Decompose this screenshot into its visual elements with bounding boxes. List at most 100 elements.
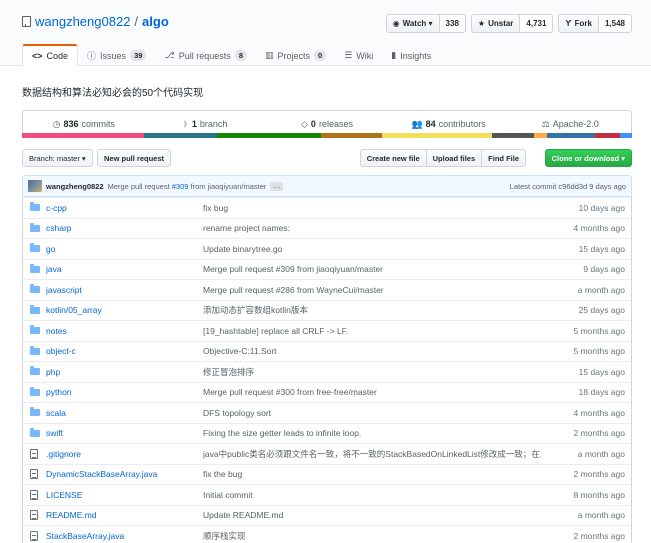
language-segment[interactable]: [22, 133, 144, 138]
new-pull-request-button[interactable]: New pull request: [97, 149, 172, 167]
table-row: go Update binarytree.go 15 days ago: [23, 238, 631, 259]
file-name-link[interactable]: DynamicStackBaseArray.java: [46, 469, 203, 479]
commit-message-link[interactable]: 添加动态扩容数组kotlin版本: [203, 304, 541, 316]
commit-message-link[interactable]: 修正冒泡排序: [203, 366, 541, 378]
language-segment[interactable]: [619, 133, 632, 138]
commit-message-link[interactable]: Objective-C:11.Sort: [203, 346, 541, 356]
tab-pull-requests[interactable]: ⎇ Pull requests 8: [155, 44, 256, 67]
table-row: object-c Objective-C:11.Sort 5 months ago: [23, 340, 631, 362]
file-name-link[interactable]: csharp: [46, 223, 203, 233]
file-icon: [30, 489, 38, 500]
file-name-link[interactable]: javascript: [46, 285, 203, 295]
tab-code[interactable]: <> Code: [22, 44, 79, 67]
commit-author-link[interactable]: wangzheng0822: [46, 182, 104, 191]
commit-age: a month ago: [577, 448, 625, 459]
file-name-link[interactable]: .gitignore: [46, 449, 203, 459]
fork-count[interactable]: 1,548: [598, 14, 632, 33]
create-new-file-button[interactable]: Create new file: [359, 149, 427, 167]
commit-message-link[interactable]: Update README.md: [203, 510, 541, 520]
commit-message-link[interactable]: Initial commit: [203, 490, 541, 500]
clone-download-button[interactable]: Clone or download ▾: [544, 149, 632, 167]
language-segment[interactable]: [546, 133, 596, 138]
commit-message-link[interactable]: Merge pull request #309 from jiaoqiyuan/…: [203, 264, 541, 274]
fork-button[interactable]: Ƴ Fork: [558, 14, 599, 33]
file-name-link[interactable]: LICENSE: [46, 490, 203, 500]
table-row: LICENSE Initial commit 8 months ago: [23, 484, 631, 505]
commit-message-link[interactable]: Update binarytree.go: [203, 244, 541, 254]
folder-icon: [30, 222, 40, 232]
upload-files-button[interactable]: Upload files: [425, 149, 483, 167]
pr-icon: ⎇: [164, 50, 175, 60]
star-count[interactable]: 4,731: [520, 14, 554, 33]
tab-wiki[interactable]: ☰ Wiki: [335, 44, 382, 67]
folder-icon: [30, 243, 40, 253]
file-icon: [30, 469, 38, 480]
commit-message-link[interactable]: [19_hashtable] replace all CRLF -> LF.: [203, 326, 541, 336]
folder-icon: [30, 263, 40, 273]
repo-description: 数据结构和算法必知必会的50个代码实现: [22, 88, 204, 99]
unstar-button[interactable]: ★ Unstar: [470, 14, 521, 33]
file-name-link[interactable]: php: [46, 367, 203, 377]
avatar[interactable]: [28, 180, 42, 192]
code-icon: <>: [32, 51, 43, 61]
commit-message-link[interactable]: fix bug: [203, 203, 541, 213]
file-name-link[interactable]: README.md: [46, 510, 203, 520]
commit-age: 4 months ago: [573, 407, 625, 418]
table-row: notes [19_hashtable] replace all CRLF -> …: [23, 320, 631, 341]
repo-icon: [22, 16, 31, 27]
folder-icon: [30, 407, 40, 417]
watch-count[interactable]: 338: [439, 14, 466, 33]
commit-message-link[interactable]: DFS topology sort: [203, 408, 541, 418]
tab-insights[interactable]: ▮ Insights: [382, 44, 440, 67]
folder-icon: [30, 345, 40, 355]
latest-commit-bar: wangzheng0822 Merge pull request #309 fr…: [22, 175, 632, 197]
commit-message-link[interactable]: Fixing the size getter leads to infinite…: [203, 428, 541, 438]
file-name-link[interactable]: StackBaseArray.java: [46, 531, 203, 541]
language-segment[interactable]: [595, 133, 620, 138]
file-icon: [30, 510, 38, 521]
language-segment[interactable]: [491, 133, 535, 138]
pull-requests-count: 8: [234, 50, 247, 61]
file-name-link[interactable]: python: [46, 387, 203, 397]
language-segment[interactable]: [534, 133, 547, 138]
file-name-link[interactable]: notes: [46, 326, 203, 336]
commit-message-link[interactable]: java中public类名必须跟文件名一致，将不一致的StackBasedOnL…: [203, 448, 541, 460]
watch-button[interactable]: ◉ Watch ▾: [385, 14, 440, 33]
commit-message-link[interactable]: Merge pull request #300 from free-free/m…: [203, 387, 541, 397]
branch-select-button[interactable]: Branch: master ▾: [22, 149, 93, 167]
commit-message-link[interactable]: Merge pull request #286 from WayneCui/ma…: [203, 285, 541, 295]
wiki-icon: ☰: [344, 50, 353, 60]
tab-issues[interactable]: ⓘ Issues 39: [78, 44, 155, 67]
people-icon: 👥: [411, 118, 423, 129]
language-segment[interactable]: [381, 133, 492, 138]
file-name-link[interactable]: kotlin/05_array: [46, 305, 203, 315]
watch-action: ◉ Watch ▾ 338: [385, 14, 466, 33]
file-name-link[interactable]: object-c: [46, 346, 203, 356]
table-row: README.md Update README.md a month ago: [23, 504, 631, 526]
folder-icon: [30, 427, 40, 437]
expand-commit-button[interactable]: …: [270, 181, 284, 191]
eye-icon: ◉: [392, 19, 400, 28]
commit-age: 15 days ago: [578, 366, 625, 377]
latest-commit-info[interactable]: Latest commit c96dd3d 9 days ago: [510, 182, 626, 191]
commit-pr-link[interactable]: #309: [172, 182, 189, 191]
language-segment[interactable]: [217, 133, 321, 138]
commit-message-link[interactable]: fix the bug: [203, 469, 541, 479]
tab-projects[interactable]: ▥ Projects 0: [256, 44, 335, 67]
repo-name-link[interactable]: algo: [142, 14, 169, 29]
find-file-button[interactable]: Find File: [481, 149, 526, 167]
file-name-link[interactable]: scala: [46, 408, 203, 418]
repo-separator: /: [134, 14, 139, 29]
repo-owner-link[interactable]: wangzheng0822: [35, 14, 130, 29]
language-segment[interactable]: [320, 133, 382, 138]
language-bar[interactable]: [22, 133, 632, 138]
file-name-link[interactable]: java: [46, 264, 203, 274]
folder-icon: [30, 202, 40, 212]
file-name-link[interactable]: go: [46, 244, 203, 254]
commit-message-link[interactable]: 顺序栈实现: [203, 530, 541, 542]
file-name-link[interactable]: swift: [46, 428, 203, 438]
language-segment[interactable]: [144, 133, 218, 138]
file-list: c-cpp fix bug 10 days ago csharp rename proj…: [22, 197, 632, 543]
commit-message-link[interactable]: rename project names:: [203, 223, 541, 233]
file-name-link[interactable]: c-cpp: [46, 203, 203, 213]
